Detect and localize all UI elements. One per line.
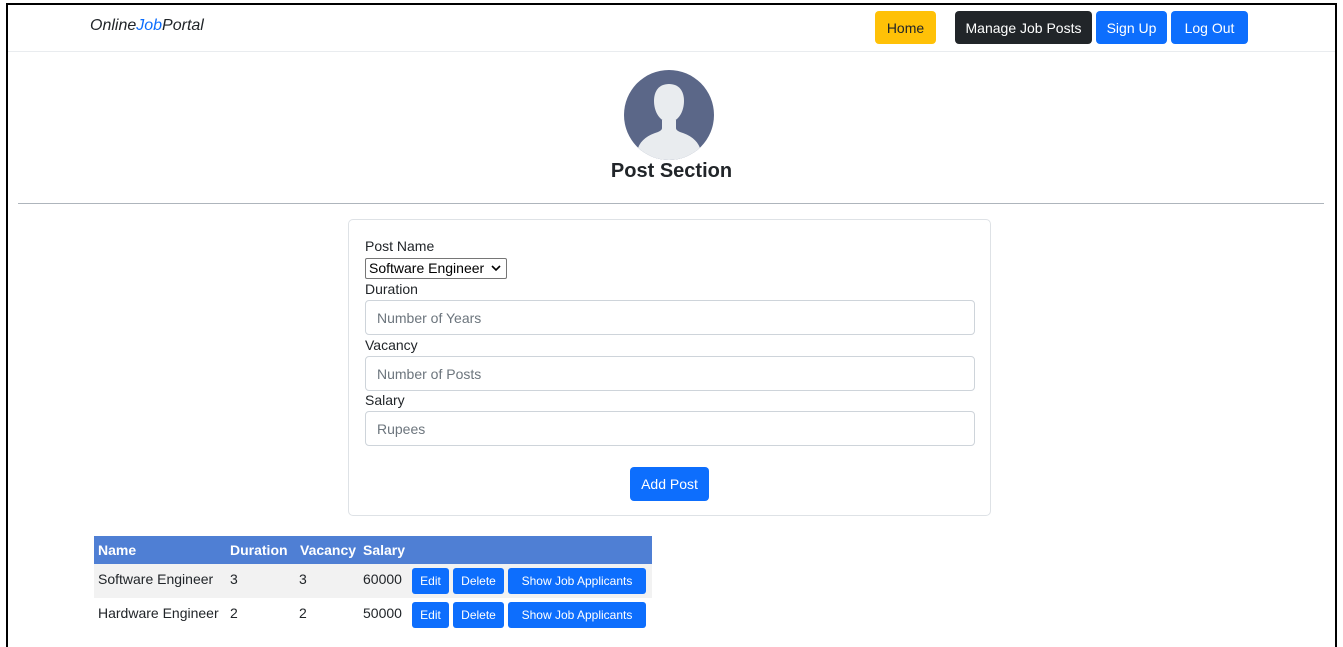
job-posts-table: Name Duration Vacancy Salary Software En… bbox=[94, 536, 652, 632]
delete-button[interactable]: Delete bbox=[453, 568, 504, 594]
column-header-salary: Salary bbox=[363, 542, 406, 558]
column-header-duration: Duration bbox=[230, 542, 288, 558]
log-out-button[interactable]: Log Out bbox=[1171, 11, 1248, 44]
duration-label: Duration bbox=[365, 281, 418, 297]
section-divider bbox=[18, 203, 1324, 204]
add-post-button[interactable]: Add Post bbox=[630, 467, 709, 501]
table-row: Hardware Engineer 2 2 50000 Edit Delete … bbox=[94, 598, 652, 632]
row-vacancy: 3 bbox=[299, 571, 307, 587]
table-row: Software Engineer 3 3 60000 Edit Delete … bbox=[94, 564, 652, 598]
home-button[interactable]: Home bbox=[875, 11, 936, 44]
salary-label: Salary bbox=[365, 392, 405, 408]
brand-accent: Job bbox=[136, 17, 163, 34]
post-name-select[interactable]: Software Engineer bbox=[365, 258, 507, 279]
manage-job-posts-button[interactable]: Manage Job Posts bbox=[955, 11, 1092, 44]
vacancy-input[interactable] bbox=[365, 356, 975, 391]
row-duration: 3 bbox=[230, 571, 238, 587]
delete-button[interactable]: Delete bbox=[453, 602, 504, 628]
edit-button[interactable]: Edit bbox=[412, 568, 449, 594]
brand-prefix: Online bbox=[90, 17, 137, 34]
user-avatar-icon bbox=[624, 70, 714, 160]
column-header-vacancy: Vacancy bbox=[300, 542, 357, 558]
column-header-name: Name bbox=[98, 542, 137, 558]
post-name-select-value: Software Engineer bbox=[369, 260, 485, 276]
chevron-down-icon bbox=[491, 259, 501, 285]
row-name: Hardware Engineer bbox=[98, 605, 219, 621]
show-job-applicants-button[interactable]: Show Job Applicants bbox=[508, 568, 646, 594]
row-salary: 60000 bbox=[363, 571, 402, 587]
salary-input[interactable] bbox=[365, 411, 975, 446]
sign-up-button[interactable]: Sign Up bbox=[1096, 11, 1167, 44]
show-job-applicants-button[interactable]: Show Job Applicants bbox=[508, 602, 646, 628]
edit-button[interactable]: Edit bbox=[412, 602, 449, 628]
brand-suffix: Portal bbox=[162, 17, 204, 34]
vacancy-label: Vacancy bbox=[365, 337, 418, 353]
brand-logo[interactable]: OnlineJobPortal bbox=[90, 17, 204, 35]
page-title: Post Section bbox=[610, 160, 733, 182]
post-name-label: Post Name bbox=[365, 238, 435, 254]
table-header: Name Duration Vacancy Salary bbox=[94, 536, 652, 564]
row-duration: 2 bbox=[230, 605, 238, 621]
page-frame: OnlineJobPortal Home Manage Job Posts Si… bbox=[6, 3, 1337, 647]
row-name: Software Engineer bbox=[98, 571, 214, 587]
row-salary: 50000 bbox=[363, 605, 402, 621]
post-form-card: Post Name Software Engineer Duration Vac… bbox=[348, 219, 991, 516]
row-vacancy: 2 bbox=[299, 605, 307, 621]
navbar: OnlineJobPortal Home Manage Job Posts Si… bbox=[8, 5, 1335, 52]
duration-input[interactable] bbox=[365, 300, 975, 335]
